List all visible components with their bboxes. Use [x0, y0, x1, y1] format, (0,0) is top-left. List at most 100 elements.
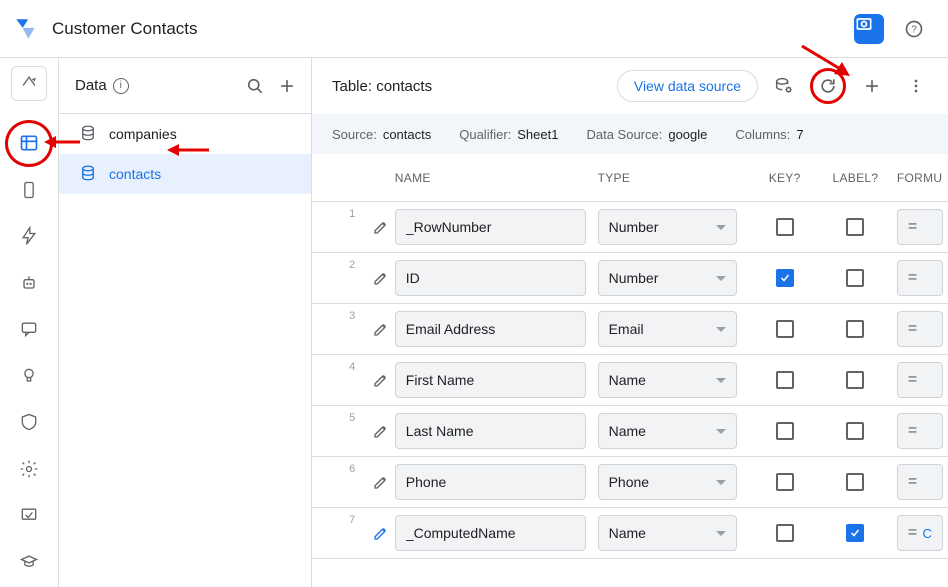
edit-column-button[interactable]	[367, 269, 395, 287]
chevron-down-icon	[716, 225, 726, 230]
chevron-down-icon	[716, 480, 726, 485]
table-title: Table: contacts	[332, 78, 432, 95]
topbar: Customer Contacts ?	[0, 0, 948, 58]
add-column-button[interactable]	[854, 68, 890, 104]
rail-security[interactable]	[11, 405, 47, 439]
rail-actions[interactable]	[11, 219, 47, 253]
rail-manage[interactable]	[11, 498, 47, 532]
column-type-select[interactable]: Name	[598, 515, 738, 551]
search-button[interactable]	[239, 70, 271, 102]
column-type-select[interactable]: Number	[598, 260, 738, 296]
regenerate-button[interactable]	[810, 68, 846, 104]
column-name-input[interactable]	[395, 311, 586, 347]
formula-button[interactable]: =	[897, 464, 943, 500]
checkbox[interactable]	[846, 218, 864, 236]
col-head-label: LABEL?	[820, 171, 891, 185]
rail-settings[interactable]	[11, 452, 47, 486]
column-name-input[interactable]	[395, 515, 586, 551]
formula-button[interactable]: =	[897, 209, 943, 245]
edit-column-button[interactable]	[367, 320, 395, 338]
column-row: 5 Name =	[312, 406, 948, 457]
edit-column-button[interactable]	[367, 524, 395, 542]
row-number: 7	[312, 508, 367, 526]
rail-learn[interactable]	[11, 545, 47, 579]
column-row: 6 Phone =	[312, 457, 948, 508]
column-type-select[interactable]: Number	[598, 209, 738, 245]
edit-column-button[interactable]	[367, 371, 395, 389]
checkbox[interactable]	[846, 371, 864, 389]
column-type-select[interactable]: Email	[598, 311, 738, 347]
checkbox[interactable]	[776, 422, 794, 440]
checkbox[interactable]	[846, 320, 864, 338]
database-icon	[79, 124, 97, 145]
row-number: 1	[312, 202, 367, 220]
add-table-button[interactable]	[271, 70, 303, 102]
checkbox[interactable]	[776, 371, 794, 389]
column-name-input[interactable]	[395, 464, 586, 500]
col-head-type: TYPE	[598, 171, 750, 185]
checkbox[interactable]	[776, 524, 794, 542]
formula-button[interactable]: =	[897, 413, 943, 449]
main-panel: Table: contacts View data source Source:…	[312, 58, 948, 587]
sidebar-item-companies[interactable]: companies	[59, 114, 311, 154]
formula-button[interactable]: =	[897, 362, 943, 398]
formula-button[interactable]: =C	[897, 515, 943, 551]
info-icon[interactable]: i	[113, 78, 129, 94]
column-name-input[interactable]	[395, 260, 586, 296]
column-type-select[interactable]: Name	[598, 413, 738, 449]
rail-deploy[interactable]	[11, 66, 47, 101]
checkbox[interactable]	[776, 218, 794, 236]
checkbox[interactable]	[846, 422, 864, 440]
checkbox[interactable]	[776, 269, 794, 287]
chevron-down-icon	[716, 327, 726, 332]
checkbox[interactable]	[846, 524, 864, 542]
rail-data[interactable]	[11, 126, 47, 160]
row-number: 5	[312, 406, 367, 424]
rail-automation[interactable]	[11, 266, 47, 300]
column-row: 4 Name =	[312, 355, 948, 406]
checkbox[interactable]	[776, 320, 794, 338]
view-data-source-button[interactable]: View data source	[617, 70, 758, 102]
source-bar: Source:contacts Qualifier:Sheet1 Data So…	[312, 114, 948, 154]
chevron-down-icon	[716, 429, 726, 434]
row-number: 6	[312, 457, 367, 475]
rail-chat[interactable]	[11, 312, 47, 346]
edit-column-button[interactable]	[367, 422, 395, 440]
column-row: 1 Number =	[312, 202, 948, 253]
database-icon	[79, 164, 97, 185]
formula-button[interactable]: =	[897, 311, 943, 347]
sidebar-item-label: companies	[109, 126, 177, 142]
edit-column-button[interactable]	[367, 218, 395, 236]
nav-rail	[0, 58, 58, 587]
column-row: 3 Email =	[312, 304, 948, 355]
column-name-input[interactable]	[395, 209, 586, 245]
column-type-select[interactable]: Phone	[598, 464, 738, 500]
rail-intelligence[interactable]	[11, 359, 47, 393]
datasource-settings-button[interactable]	[766, 68, 802, 104]
columns-header: NAME TYPE KEY? LABEL? FORMU	[312, 154, 948, 202]
sidebar-item-contacts[interactable]: contacts	[59, 154, 311, 194]
rail-views[interactable]	[11, 173, 47, 207]
help-button[interactable]: ?	[896, 11, 932, 47]
edit-column-button[interactable]	[367, 473, 395, 491]
column-type-select[interactable]: Name	[598, 362, 738, 398]
data-sidebar: Data i companies contacts	[58, 58, 312, 587]
formula-button[interactable]: =	[897, 260, 943, 296]
column-name-input[interactable]	[395, 413, 586, 449]
row-number: 3	[312, 304, 367, 322]
more-menu-button[interactable]	[898, 68, 934, 104]
sidebar-header: Data i	[59, 58, 311, 114]
row-number: 4	[312, 355, 367, 373]
preview-button[interactable]	[854, 14, 884, 44]
checkbox[interactable]	[846, 269, 864, 287]
checkbox[interactable]	[776, 473, 794, 491]
sidebar-title: Data	[75, 77, 107, 94]
table-header-bar: Table: contacts View data source	[312, 58, 948, 114]
col-head-key: KEY?	[749, 171, 820, 185]
column-row: 2Number=	[312, 253, 948, 304]
chevron-down-icon	[716, 531, 726, 536]
app-logo	[8, 11, 44, 47]
column-name-input[interactable]	[395, 362, 586, 398]
svg-text:?: ?	[911, 24, 917, 35]
checkbox[interactable]	[846, 473, 864, 491]
